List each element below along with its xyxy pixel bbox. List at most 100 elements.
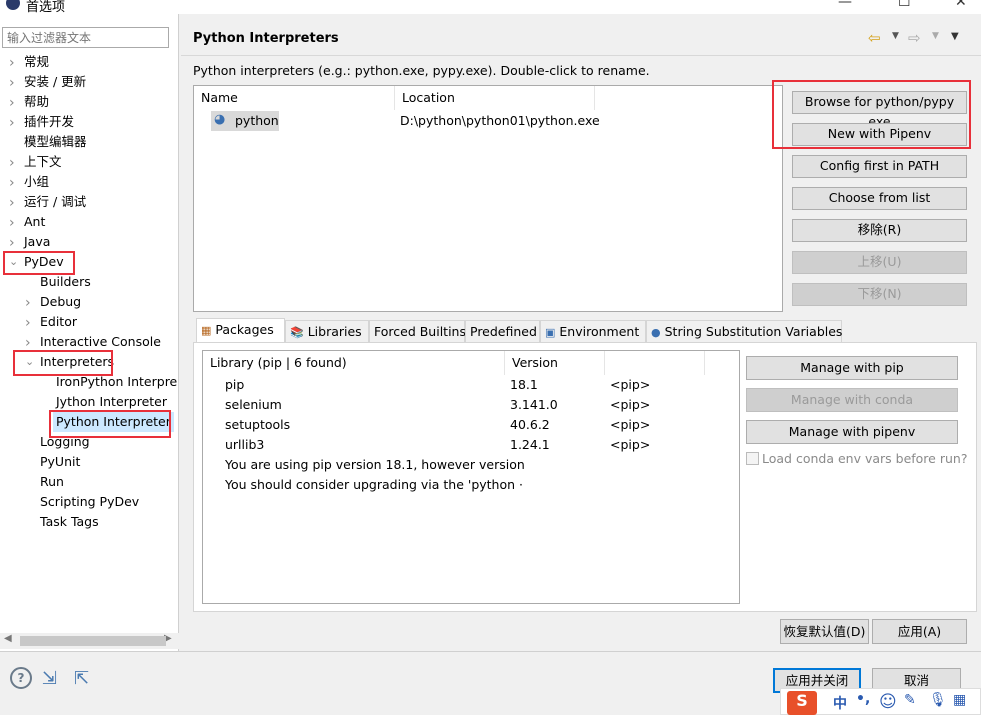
chevron-right-icon[interactable]: ›	[9, 155, 19, 171]
interpreter-button-4[interactable]: 移除(R)	[792, 219, 967, 242]
tree-item[interactable]: Interpreters	[37, 352, 117, 372]
package-source: <pip>	[610, 397, 651, 412]
tree-item[interactable]: 常规	[21, 52, 52, 72]
chevron-right-icon[interactable]: ›	[9, 55, 19, 71]
tab-label: String Substitution Variables	[664, 324, 843, 339]
tree-item-label: Interactive Console	[40, 334, 161, 349]
interpreter-button-1[interactable]: New with Pipenv	[792, 123, 967, 146]
tree-item[interactable]: Python Interpreter	[53, 412, 174, 432]
package-version: 1.24.1	[510, 437, 550, 452]
package-button-0[interactable]: Manage with pip	[746, 356, 958, 380]
chevron-right-icon[interactable]: ›	[9, 215, 19, 231]
conda-env-checkbox[interactable]	[746, 452, 759, 465]
filter-input[interactable]	[2, 27, 169, 48]
tree-item[interactable]: Task Tags	[37, 512, 102, 532]
tree-item[interactable]: 模型编辑器	[21, 132, 90, 152]
tree-item[interactable]: 安装 / 更新	[21, 72, 89, 92]
chevron-right-icon[interactable]: ›	[9, 95, 19, 111]
column-header-name[interactable]: Name	[194, 86, 395, 110]
tree-item[interactable]: 运行 / 调试	[21, 192, 89, 212]
tree-item-label: Logging	[40, 434, 90, 449]
microphone-icon[interactable]: 🎙	[929, 692, 947, 708]
forward-arrow-icon[interactable]: ⇨	[908, 29, 921, 47]
tree-item[interactable]: Ant	[21, 212, 48, 232]
interpreters-table[interactable]: Name Location ◕ python D:\python\python0…	[193, 85, 783, 312]
tree-item[interactable]: Java	[21, 232, 53, 252]
scrollbar-thumb[interactable]	[20, 636, 166, 646]
chevron-right-icon[interactable]: ›	[9, 115, 19, 131]
tree-item-label: PyDev	[24, 254, 64, 269]
header-divider	[181, 55, 981, 56]
ime-punct[interactable]: •,	[856, 691, 870, 707]
column-header-source[interactable]	[605, 351, 705, 375]
chevron-right-icon[interactable]: ›	[9, 75, 19, 91]
chevron-right-icon[interactable]: ›	[25, 315, 35, 331]
package-source: <pip>	[610, 377, 651, 392]
package-button-2[interactable]: Manage with pipenv	[746, 420, 958, 444]
tree-item[interactable]: Jython Interpreter	[53, 392, 170, 412]
interpreter-row[interactable]: ◕ python	[211, 111, 279, 131]
interpreter-button-3[interactable]: Choose from list	[792, 187, 967, 210]
maximize-button[interactable]: ☐	[898, 0, 911, 10]
forward-dropdown-icon[interactable]: ▼	[932, 31, 939, 41]
interpreter-button-5: 上移(U)	[792, 251, 967, 274]
packages-table[interactable]: Library (pip | 6 found) Version pip 18.1 <…	[202, 350, 740, 604]
interpreter-button-0[interactable]: Browse for python/pypy exe	[792, 91, 967, 129]
tree-item[interactable]: Scripting PyDev	[37, 492, 142, 512]
restore-defaults-button[interactable]: 恢复默认值(D)	[780, 619, 869, 644]
grid-menu-icon[interactable]: ▦	[953, 692, 966, 708]
tab-libraries[interactable]: 📚 Libraries	[285, 320, 369, 342]
tab-packages[interactable]: ▦ Packages	[196, 318, 285, 343]
sogou-logo-icon[interactable]: S	[787, 691, 817, 715]
column-header-library[interactable]: Library (pip | 6 found)	[203, 351, 505, 375]
chevron-right-icon[interactable]: ›	[9, 235, 19, 251]
import-icon[interactable]: ⇲	[42, 668, 57, 689]
tree-item[interactable]: PyUnit	[37, 452, 83, 472]
column-header-version[interactable]: Version	[505, 351, 605, 375]
tree-item[interactable]: IronPython Interpre	[53, 372, 180, 392]
tree-item-label: Task Tags	[40, 514, 99, 529]
ime-mode[interactable]: 中	[833, 693, 847, 713]
tree-item[interactable]: 帮助	[21, 92, 52, 112]
pencil-icon[interactable]: ✎	[904, 692, 916, 708]
tree-item[interactable]: 小组	[21, 172, 52, 192]
chevron-right-icon[interactable]: ›	[9, 175, 19, 191]
minimize-button[interactable]: —	[838, 0, 852, 10]
tree-item[interactable]: 上下文	[21, 152, 65, 172]
tree-item-label: 帮助	[24, 94, 50, 109]
package-version: 40.6.2	[510, 417, 550, 432]
close-button[interactable]: ✕	[955, 0, 967, 10]
tree-item[interactable]: Debug	[37, 292, 84, 312]
tree-item[interactable]: Logging	[37, 432, 93, 452]
window-title: 首选项	[26, 0, 66, 15]
tree-item[interactable]: 插件开发	[21, 112, 77, 132]
tab-label: Predefined	[470, 324, 537, 339]
package-name: You should consider upgrading via the 'p…	[225, 477, 523, 492]
python-icon: ◕	[214, 112, 226, 127]
tab-string-substitution-variables[interactable]: ● String Substitution Variables	[646, 320, 842, 342]
tree-item[interactable]: Editor	[37, 312, 80, 332]
tree-item[interactable]: Builders	[37, 272, 94, 292]
interpreter-button-2[interactable]: Config first in PATH	[792, 155, 967, 178]
package-version: 18.1	[510, 377, 538, 392]
tab-forced-builtins[interactable]: Forced Builtins	[369, 320, 466, 342]
chevron-down-icon[interactable]: ⌄	[25, 355, 35, 368]
tree-item-label: 上下文	[24, 154, 62, 169]
tree-item[interactable]: Run	[37, 472, 67, 492]
tree-item[interactable]: Interactive Console	[37, 332, 164, 352]
apply-button[interactable]: 应用(A)	[872, 619, 967, 644]
chevron-down-icon[interactable]: ⌄	[9, 255, 19, 268]
tree-item[interactable]: PyDev	[21, 252, 67, 272]
back-arrow-icon[interactable]: ⇦	[868, 29, 881, 47]
emoji-icon[interactable]: ☺	[879, 692, 897, 712]
chevron-right-icon[interactable]: ›	[25, 295, 35, 311]
back-dropdown-icon[interactable]: ▼	[892, 31, 899, 41]
help-icon[interactable]: ?	[10, 667, 32, 689]
view-menu-icon[interactable]: ▼	[951, 31, 959, 42]
chevron-right-icon[interactable]: ›	[25, 335, 35, 351]
tab-environment[interactable]: ▣ Environment	[540, 320, 646, 342]
export-icon[interactable]: ⇱	[74, 668, 89, 689]
tab-predefined[interactable]: Predefined	[465, 320, 540, 342]
chevron-right-icon[interactable]: ›	[9, 195, 19, 211]
column-header-location[interactable]: Location	[395, 86, 595, 110]
